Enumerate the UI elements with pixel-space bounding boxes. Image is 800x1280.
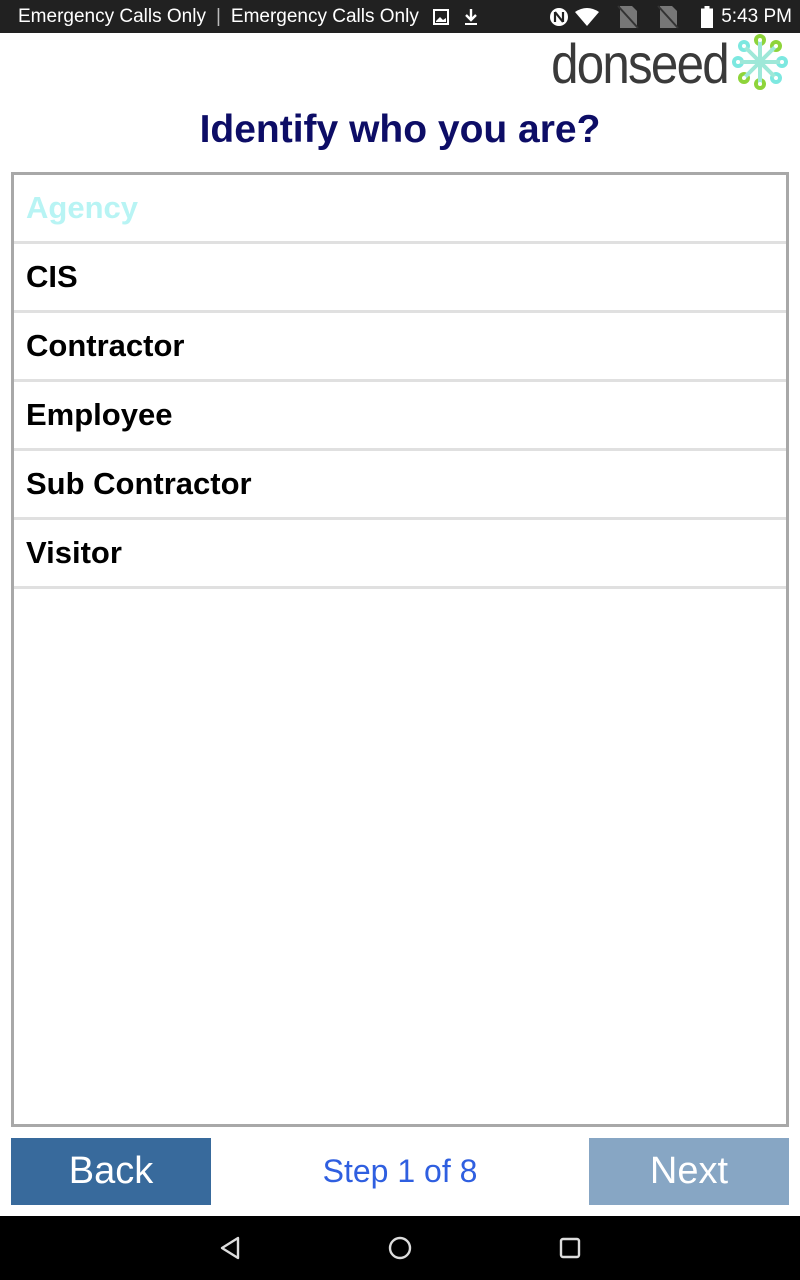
wizard-footer: Step 1 of 8 Back Next	[0, 1138, 800, 1205]
home-circle-icon	[388, 1236, 412, 1260]
list-item-contractor[interactable]: Contractor	[14, 313, 786, 382]
donseed-logo: donseed	[527, 33, 790, 95]
android-nav-bar	[0, 1216, 800, 1280]
list-item-cis[interactable]: CIS	[14, 244, 786, 313]
download-icon	[463, 8, 479, 26]
page-title: Identify who you are?	[199, 108, 601, 151]
carrier-label-1: Emergency Calls Only	[18, 5, 206, 27]
role-list: Agency CIS Contractor Employee Sub Contr…	[11, 172, 789, 1127]
carrier-label-2: Emergency Calls Only	[230, 5, 419, 27]
logo-flower-icon	[730, 32, 790, 97]
wifi-icon	[575, 7, 600, 26]
status-bar: Emergency Calls Only | Emergency Calls O…	[0, 0, 800, 33]
carrier-separator: |	[215, 5, 221, 27]
image-icon	[432, 8, 449, 25]
list-item-employee[interactable]: Employee	[14, 382, 786, 451]
nav-recents-button[interactable]	[485, 1237, 655, 1259]
nav-back-button[interactable]	[145, 1236, 315, 1260]
no-sim-icon	[657, 4, 679, 29]
no-sim-icon	[617, 4, 639, 29]
back-button[interactable]: Back	[11, 1138, 211, 1205]
next-button[interactable]: Next	[589, 1138, 789, 1205]
nfc-icon	[549, 7, 569, 27]
back-triangle-icon	[220, 1236, 240, 1260]
status-bar-left: Emergency Calls Only | Emergency Calls O…	[18, 6, 479, 28]
list-item-visitor[interactable]: Visitor	[14, 520, 786, 589]
status-bar-right: 5:43 PM	[535, 4, 792, 29]
list-item-sub-contractor[interactable]: Sub Contractor	[14, 451, 786, 520]
logo-text: donseed	[551, 32, 730, 95]
clock: 5:43 PM	[721, 5, 792, 27]
nav-home-button[interactable]	[315, 1236, 485, 1260]
battery-icon	[701, 5, 714, 28]
list-placeholder: Agency	[14, 175, 786, 244]
recents-square-icon	[559, 1237, 581, 1259]
